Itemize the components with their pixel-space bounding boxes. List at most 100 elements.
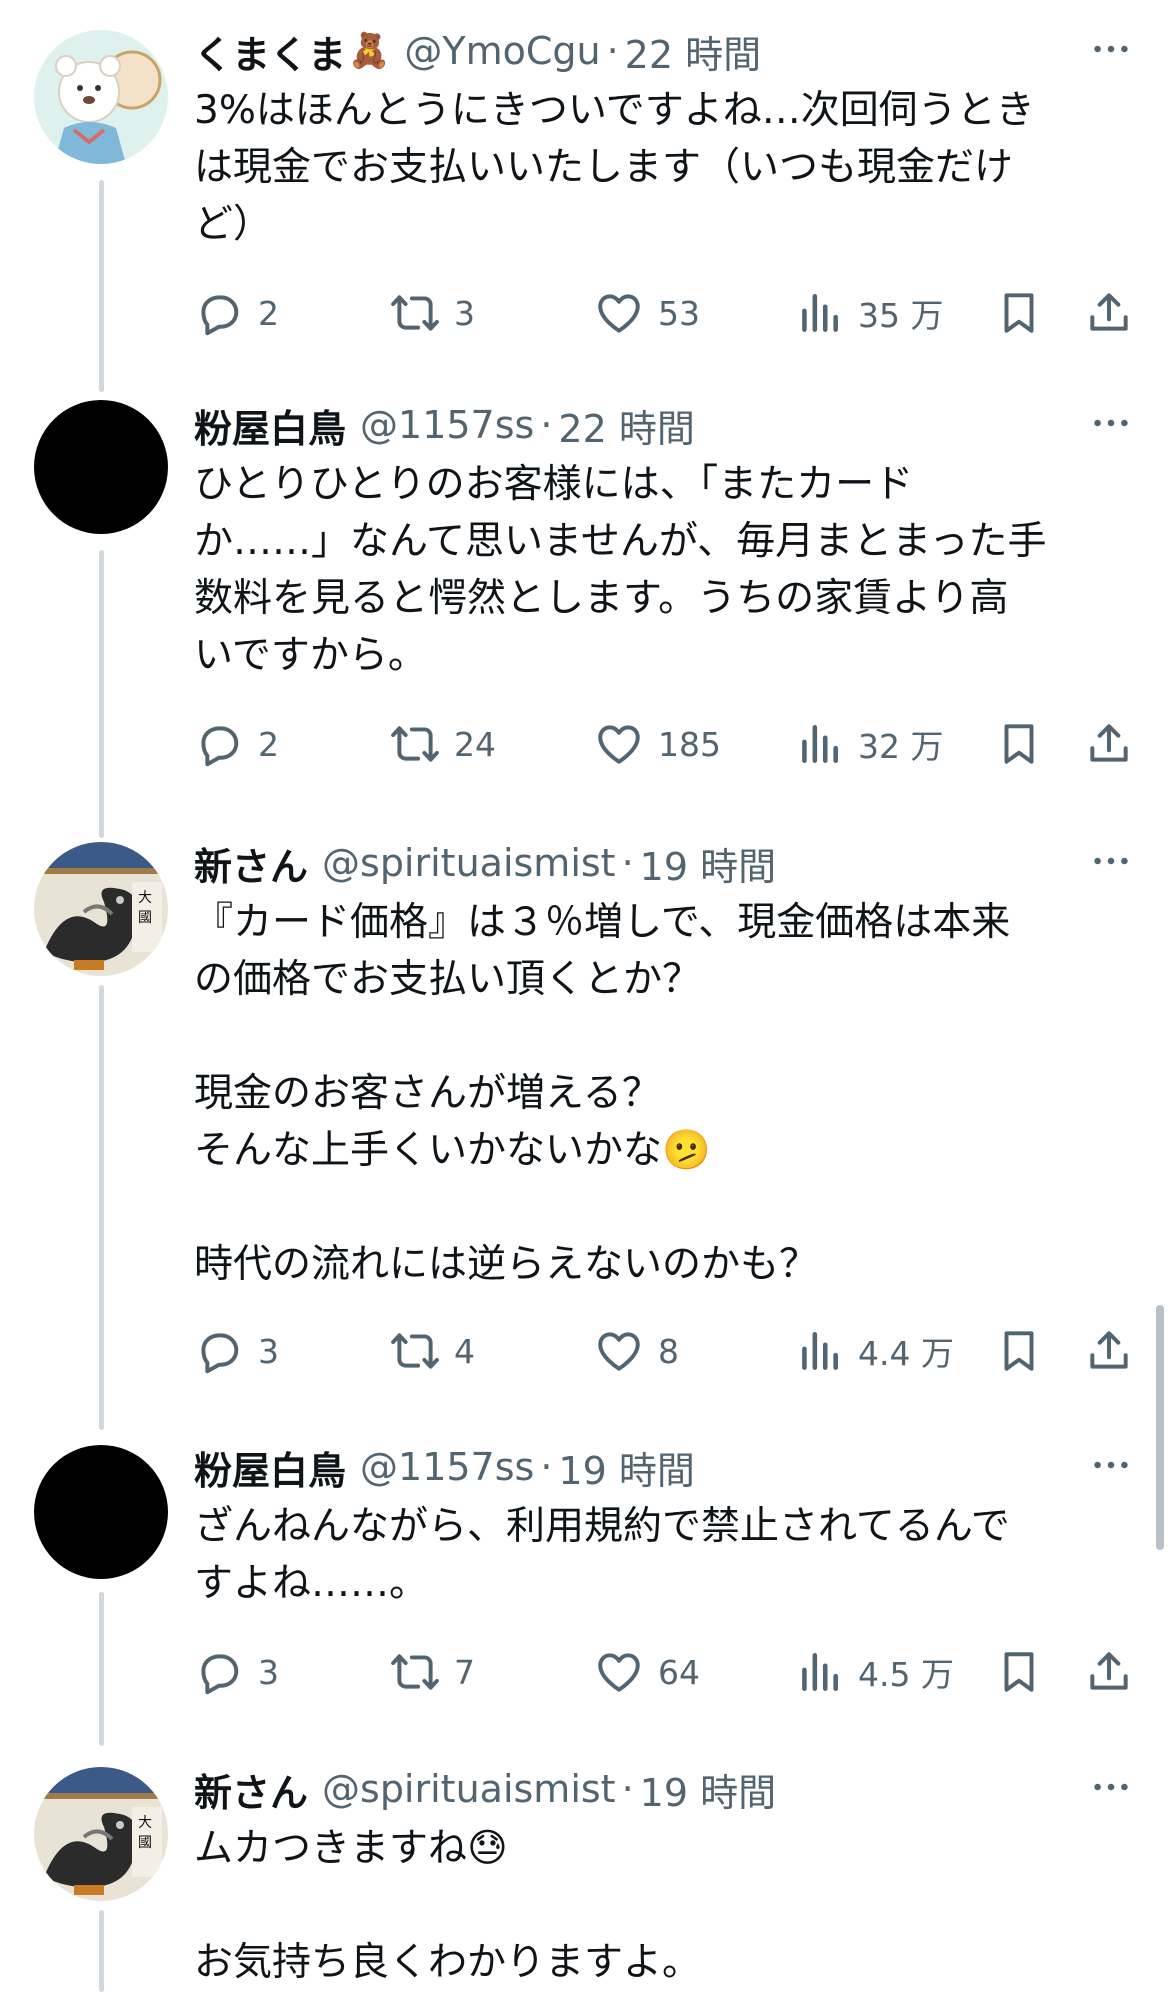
- reply-button[interactable]: 3: [194, 1311, 279, 1391]
- avatar-kumakuma[interactable]: [34, 30, 168, 164]
- tweet[interactable]: 粉屋白鳥 @1157ss · 22 時間 ひとりひとりのお客様には、「またカード…: [194, 396, 1148, 784]
- reply-count: 2: [258, 293, 279, 333]
- avatar-shinsan[interactable]: 大 國: [34, 842, 168, 976]
- reply-count: 2: [258, 724, 279, 764]
- display-name[interactable]: 新さん: [194, 836, 308, 891]
- heart-icon: [594, 1647, 644, 1697]
- more-icon[interactable]: [1088, 400, 1134, 446]
- scrollbar[interactable]: [1156, 1305, 1164, 1550]
- tweet-actions: 2 24 185 32 万: [194, 704, 1148, 784]
- timestamp[interactable]: 19 時間: [640, 836, 776, 891]
- view-count: 4.4 万: [858, 1334, 954, 1373]
- reply-button[interactable]: 2: [194, 273, 279, 353]
- retweet-button[interactable]: 24: [390, 704, 496, 784]
- timestamp[interactable]: 19 時間: [640, 1762, 776, 1817]
- retweet-button[interactable]: 3: [390, 273, 475, 353]
- bookmark-button[interactable]: [994, 704, 1044, 784]
- retweet-icon: [390, 288, 440, 338]
- tweet[interactable]: くまくま 🧸 @YmoCgu · 22 時間 3%はほんとうにきついですよね…次…: [194, 22, 1148, 353]
- like-count: 185: [658, 724, 721, 764]
- handle[interactable]: @spirituaismist: [322, 841, 616, 885]
- avatar-konaya-hakucho[interactable]: [34, 400, 168, 534]
- display-name[interactable]: 粉屋白鳥: [194, 1440, 346, 1495]
- text-line: は現金でお支払いいたします（いつも現金だけ: [194, 145, 1014, 190]
- reply-icon: [194, 1326, 244, 1376]
- tweet-header: 新さん @spirituaismist · 19 時間: [194, 1760, 1148, 1818]
- bookmark-icon: [994, 1647, 1044, 1697]
- tweet[interactable]: 新さん @spirituaismist · 19 時間 『カード価格』は３％増し…: [194, 834, 1148, 1391]
- heart-icon: [594, 1326, 644, 1376]
- like-count: 53: [658, 293, 700, 333]
- reply-icon: [194, 1647, 244, 1697]
- bookmark-button[interactable]: [994, 1632, 1044, 1712]
- share-button[interactable]: [1084, 1632, 1134, 1712]
- display-name[interactable]: 粉屋白鳥: [194, 398, 346, 453]
- retweet-icon: [390, 1326, 440, 1376]
- tweet-text: 3%はほんとうにきついですよね…次回伺うとき は現金でお支払いいたします（いつも…: [194, 82, 1148, 253]
- separator-dot: ·: [621, 1767, 634, 1811]
- timestamp[interactable]: 22 時間: [625, 24, 761, 79]
- retweet-button[interactable]: 4: [390, 1311, 475, 1391]
- views-button[interactable]: 32 万: [794, 704, 943, 784]
- reply-button[interactable]: 2: [194, 704, 279, 784]
- like-button[interactable]: 64: [594, 1632, 700, 1712]
- more-icon[interactable]: [1088, 1764, 1134, 1810]
- like-count: 8: [658, 1331, 679, 1371]
- svg-text:國: 國: [138, 1835, 152, 1851]
- text-line: 現金のお客さんが増える？: [194, 1071, 661, 1116]
- svg-text:國: 國: [138, 910, 152, 926]
- handle[interactable]: @spirituaismist: [322, 1767, 616, 1811]
- display-name[interactable]: 新さん: [194, 1762, 308, 1817]
- avatar-konaya-hakucho[interactable]: [34, 1445, 168, 1579]
- timestamp[interactable]: 22 時間: [558, 398, 694, 453]
- more-icon[interactable]: [1088, 1442, 1134, 1488]
- emoji-inline: 😓: [467, 1826, 508, 1871]
- views-button[interactable]: 4.4 万: [794, 1311, 954, 1391]
- text-line: いですから。: [194, 633, 427, 678]
- text-line: ど）: [194, 202, 273, 247]
- bookmark-button[interactable]: [994, 1311, 1044, 1391]
- handle[interactable]: @1157ss: [360, 1445, 534, 1489]
- text-line: の価格でお支払い頂くとか？: [194, 957, 702, 1002]
- handle[interactable]: @YmoCgu: [404, 29, 600, 73]
- view-count: 4.5 万: [858, 1655, 954, 1694]
- more-icon[interactable]: [1088, 26, 1134, 72]
- share-icon: [1084, 1326, 1134, 1376]
- heart-icon: [594, 288, 644, 338]
- share-button[interactable]: [1084, 704, 1134, 784]
- display-name[interactable]: くまくま: [194, 24, 346, 79]
- timestamp[interactable]: 19 時間: [558, 1440, 694, 1495]
- reply-icon: [194, 719, 244, 769]
- views-button[interactable]: 4.5 万: [794, 1632, 954, 1712]
- text-line: 数料を見ると愕然とします。うちの家賃より高: [194, 576, 1009, 621]
- bookmark-button[interactable]: [994, 273, 1044, 353]
- avatar-shinsan[interactable]: 大 國: [34, 1767, 168, 1901]
- views-button[interactable]: 35 万: [794, 273, 943, 353]
- like-button[interactable]: 8: [594, 1311, 679, 1391]
- text-line: か……」なんて思いませんが、毎月まとまった手: [194, 519, 1047, 564]
- share-button[interactable]: [1084, 273, 1134, 353]
- tweet-text: 『カード価格』は３％増しで、現金価格は本来 の価格でお支払い頂くとか？ 現金のお…: [194, 894, 1148, 1293]
- reply-button[interactable]: 3: [194, 1632, 279, 1712]
- handle[interactable]: @1157ss: [360, 403, 534, 447]
- heart-icon: [594, 719, 644, 769]
- separator-dot: ·: [540, 403, 553, 447]
- text-line: ざんねんながら、利用規約で禁止されてるんで: [194, 1504, 1010, 1549]
- tweet[interactable]: 新さん @spirituaismist · 19 時間 ムカつきますね😓 お気持…: [194, 1760, 1148, 1991]
- views-icon: [794, 288, 844, 338]
- text-segment: そんな上手くいかないかな: [194, 1128, 663, 1173]
- retweet-button[interactable]: 7: [390, 1632, 475, 1712]
- text-line: ムカつきますね😓: [194, 1820, 1148, 1877]
- text-line: 3%はほんとうにきついですよね…次回伺うとき: [194, 88, 1035, 133]
- share-button[interactable]: [1084, 1311, 1134, 1391]
- bookmark-icon: [994, 719, 1044, 769]
- separator-dot: ·: [621, 841, 634, 885]
- like-button[interactable]: 185: [594, 704, 721, 784]
- like-button[interactable]: 53: [594, 273, 700, 353]
- more-icon[interactable]: [1088, 838, 1134, 884]
- like-count: 64: [658, 1652, 700, 1692]
- tweet[interactable]: 粉屋白鳥 @1157ss · 19 時間 ざんねんながら、利用規約で禁止されてる…: [194, 1438, 1148, 1712]
- views-icon: [794, 719, 844, 769]
